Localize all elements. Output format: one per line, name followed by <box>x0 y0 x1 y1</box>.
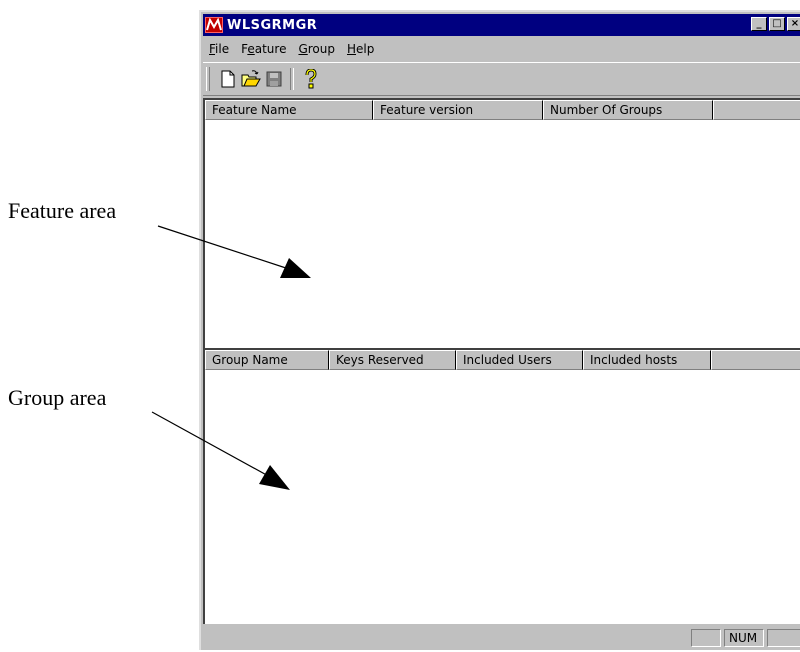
column-header-included-users[interactable]: Included Users <box>456 350 583 370</box>
maximize-button[interactable]: □ <box>769 17 785 31</box>
context-help-icon[interactable] <box>299 68 322 90</box>
window-title: WLSGRMGR <box>227 17 318 33</box>
column-header-included-hosts[interactable]: Included hosts <box>583 350 711 370</box>
column-header-filler <box>711 350 800 370</box>
menu-feature-label: ature <box>254 42 287 56</box>
new-document-icon[interactable] <box>216 68 239 90</box>
column-header-feature-name[interactable]: Feature Name <box>205 100 373 120</box>
menu-file-label: ile <box>215 42 230 56</box>
close-button[interactable]: × <box>787 17 800 31</box>
menu-feature[interactable]: Feature <box>235 42 292 56</box>
menu-bar: File Feature Group Help <box>203 38 800 60</box>
group-column-headers: Group Name Keys Reserved Included Users … <box>205 350 800 370</box>
column-header-number-of-groups[interactable]: Number Of Groups <box>543 100 713 120</box>
menu-file[interactable]: File <box>203 42 235 56</box>
status-cell-scroll <box>767 629 800 647</box>
status-cell-caps <box>691 629 721 647</box>
menu-help[interactable]: Help <box>341 42 380 56</box>
status-num-indicator: NUM <box>724 629 764 647</box>
toolbar <box>203 62 800 96</box>
status-bar: NUM <box>203 624 800 652</box>
menu-help-label: elp <box>356 42 375 56</box>
feature-column-headers: Feature Name Feature version Number Of G… <box>205 100 800 120</box>
group-area-label: Group area <box>8 385 107 410</box>
feature-list[interactable]: Feature Name Feature version Number Of G… <box>203 98 800 348</box>
column-header-feature-version[interactable]: Feature version <box>373 100 543 120</box>
menu-help-mnemonic: H <box>347 42 357 56</box>
menu-group-mnemonic: G <box>298 42 308 56</box>
menu-feature-mnemonic: e <box>247 42 255 56</box>
app-icon[interactable] <box>205 17 223 33</box>
feature-area-label: Feature area <box>8 198 117 223</box>
column-header-filler <box>713 100 800 120</box>
minimize-button[interactable]: _ <box>751 17 767 31</box>
title-bar[interactable]: WLSGRMGR _ □ × <box>203 14 800 36</box>
app-window: WLSGRMGR _ □ × File Feature Group Help F… <box>199 10 800 650</box>
column-header-group-name[interactable]: Group Name <box>205 350 329 370</box>
toolbar-grip[interactable] <box>206 67 210 91</box>
save-disk-icon[interactable] <box>262 68 285 90</box>
toolbar-separator <box>290 68 294 90</box>
open-folder-icon[interactable] <box>239 68 262 90</box>
column-header-keys-reserved[interactable]: Keys Reserved <box>329 350 456 370</box>
menu-group[interactable]: Group <box>292 42 341 56</box>
group-list[interactable]: Group Name Keys Reserved Included Users … <box>203 348 800 624</box>
menu-group-label: roup <box>307 42 335 56</box>
